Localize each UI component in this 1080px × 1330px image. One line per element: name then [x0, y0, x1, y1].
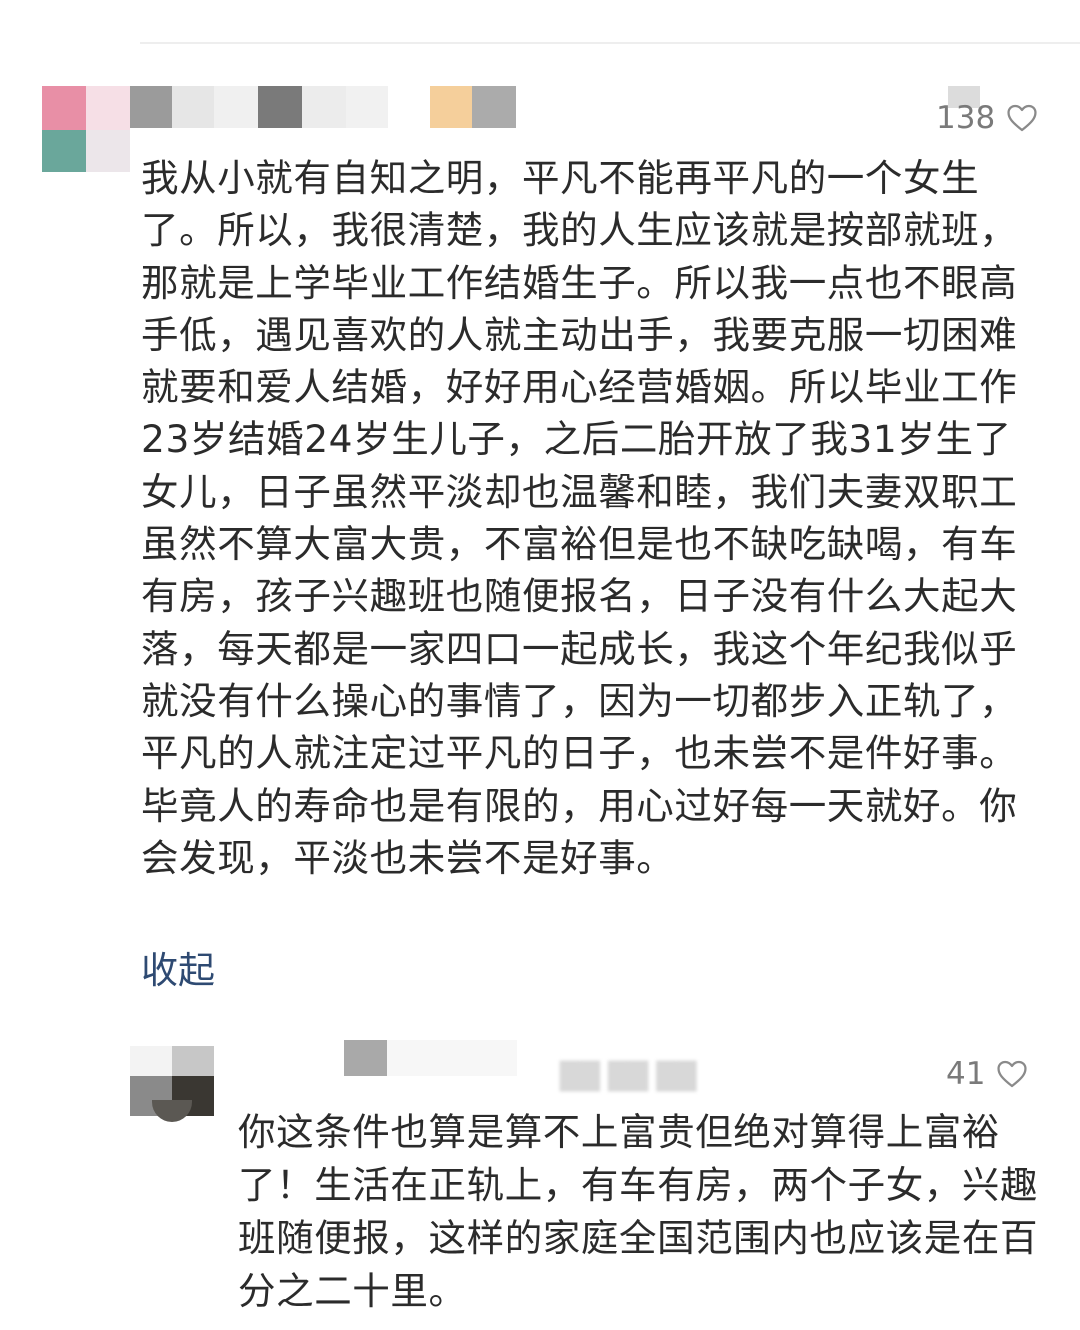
heart-outline-icon[interactable]	[1005, 101, 1039, 135]
comment-body: 你这条件也算是算不上富贵但绝对算得上富裕了！生活在正轨上，有车有房，两个子女，兴…	[238, 1110, 1039, 1313]
top-divider	[140, 42, 1080, 44]
meta-blurred: ██ ██ ██	[560, 1062, 697, 1092]
like-area[interactable]: 138	[936, 100, 1039, 136]
like-count: 138	[936, 100, 996, 136]
heart-outline-icon[interactable]	[995, 1057, 1029, 1091]
like-area[interactable]: 41	[946, 1056, 1029, 1092]
comment-body: 我从小就有自知之明，平凡不能再平凡的一个女生了。所以，我很清楚，我的人生应该就是…	[141, 156, 1018, 880]
like-count: 41	[946, 1056, 986, 1092]
collapse-link[interactable]: 收起	[141, 945, 215, 997]
